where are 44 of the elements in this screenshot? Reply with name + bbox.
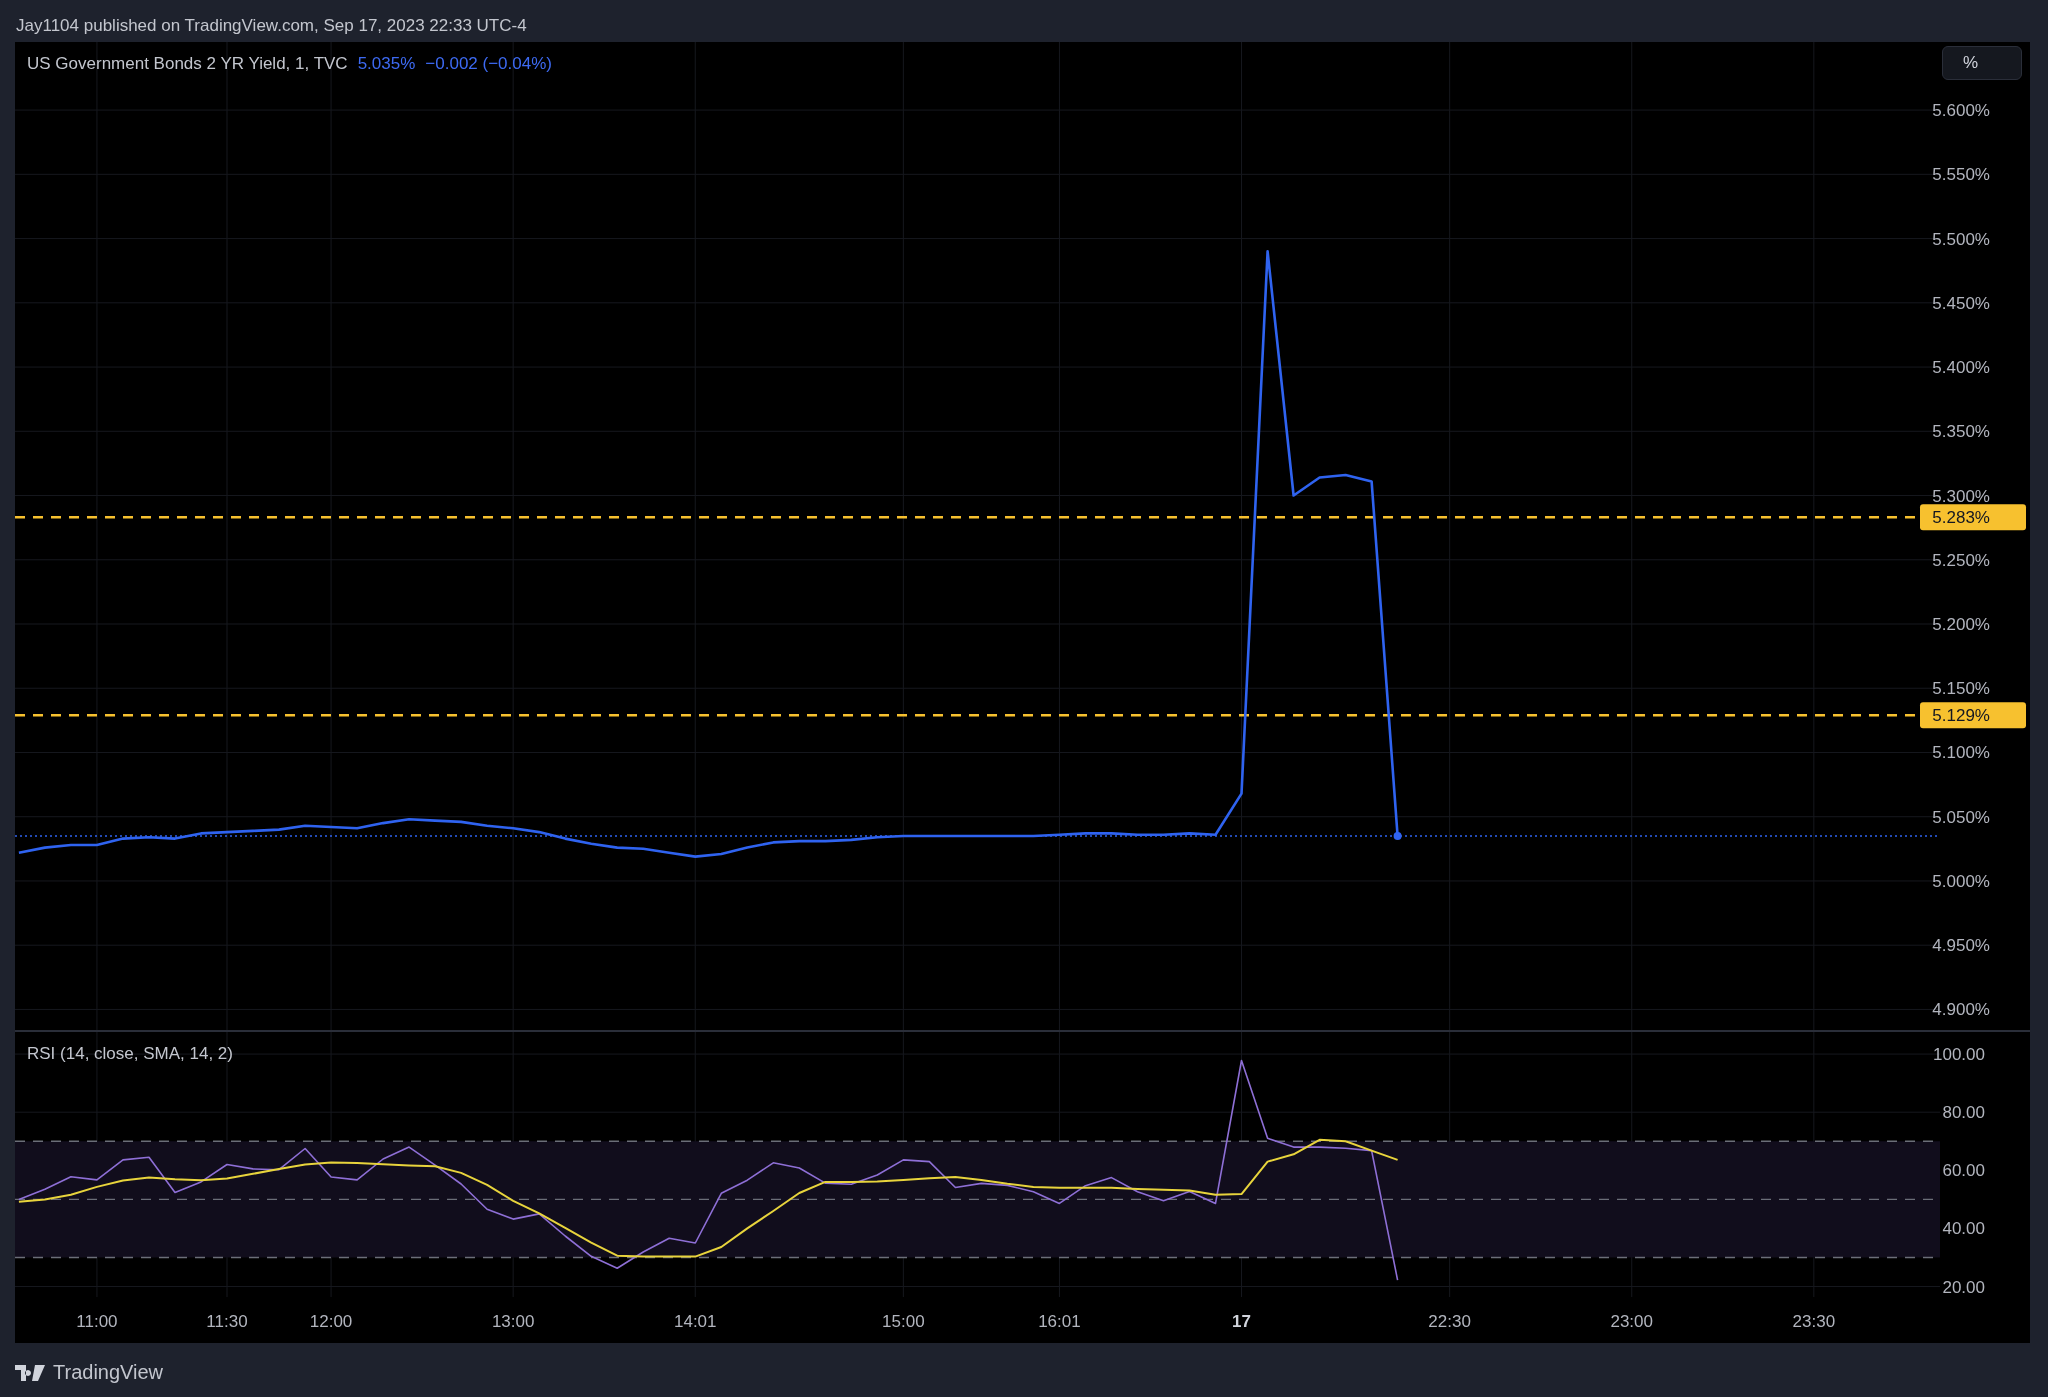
price-tag: 5.283% [1920, 504, 2026, 531]
axis-label: 5.100% [1932, 743, 1990, 763]
axis-label: 5.300% [1932, 486, 1990, 506]
axis-label: 11:30 [206, 1312, 248, 1331]
axis-label: 23:00 [1610, 1312, 1653, 1331]
axis-label: 15:00 [882, 1312, 925, 1331]
axis-label: 20.00 [1942, 1277, 1985, 1297]
brand-name: TradingView [53, 1361, 164, 1384]
axis-label: 17 [1232, 1312, 1251, 1331]
axis-label: 5.150% [1932, 679, 1990, 699]
axis-label: 16:01 [1038, 1312, 1081, 1331]
axis-label: 22:30 [1428, 1312, 1471, 1331]
axis-label: 5.600% [1932, 101, 1990, 121]
logo-icon [15, 1364, 45, 1381]
axis-label: 14:01 [674, 1312, 717, 1331]
axis-label: 4.900% [1932, 1000, 1990, 1020]
axis-label: 40.00 [1942, 1219, 1985, 1239]
indicator-title: RSI (14, close, SMA, 14, 2) [27, 1044, 233, 1064]
price-change: −0.002 (−0.04%) [425, 54, 552, 74]
axis-label: 4.950% [1932, 936, 1990, 956]
ref-line-label: 5.129% [1932, 706, 1990, 726]
axis-label: 80.00 [1942, 1103, 1985, 1123]
publication-caption: Jay1104 published on TradingView.com, Sep 17, 2023 22:33 UTC-4 [15, 15, 528, 37]
axis-label: 5.350% [1932, 422, 1990, 442]
axis-label: 5.000% [1932, 871, 1990, 891]
axis-label: 5.400% [1932, 358, 1990, 378]
axis-label: 13:00 [491, 1312, 535, 1331]
symbol-title: US Government Bonds 2 YR Yield, 1, TVC [27, 54, 348, 74]
axis-label: 12:00 [309, 1312, 353, 1331]
price-tag: 5.129% [1920, 702, 2026, 729]
axis-label: 5.250% [1932, 550, 1990, 570]
axis-label: 5.450% [1932, 293, 1990, 313]
axis-label: 100.00 [1933, 1045, 1985, 1065]
axis-label: 5.200% [1932, 615, 1990, 634]
last-price-dot [1393, 832, 1402, 840]
ref-line-label: 5.283% [1932, 508, 1990, 528]
axis-label: 5.050% [1932, 807, 1990, 827]
last-value: 5.035% [357, 54, 416, 74]
axis-label: 11:00 [76, 1312, 118, 1331]
axis-label: 23:30 [1792, 1312, 1836, 1331]
axis-label: 5.500% [1932, 229, 1990, 249]
axis-label: 60.00 [1942, 1161, 1985, 1181]
scale-button[interactable]: % [1942, 46, 2022, 80]
axis-label: 5.550% [1932, 165, 1990, 185]
